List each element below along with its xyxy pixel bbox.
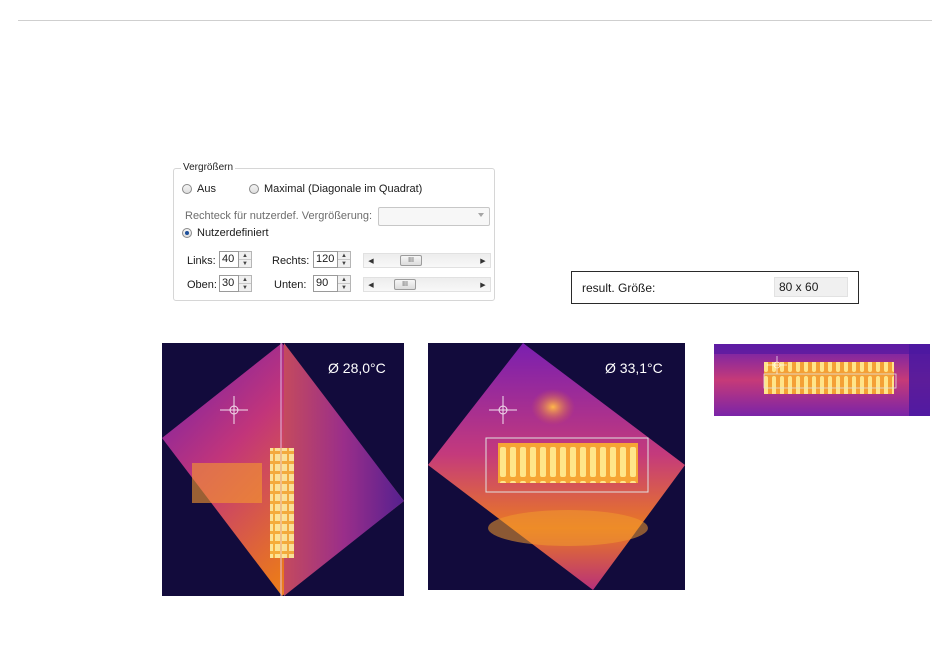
scroll-thumb[interactable]: III	[400, 255, 422, 266]
stepper-up-icon[interactable]: ▲	[338, 276, 350, 283]
right-input[interactable]: 120	[313, 251, 338, 268]
scroll-left-icon[interactable]: ◀	[364, 278, 378, 291]
thermal-image-2: Ø 33,1°C	[428, 343, 685, 590]
left-input[interactable]: 40	[219, 251, 239, 268]
bottom-input[interactable]: 90	[313, 275, 338, 292]
chevron-down-icon	[478, 213, 484, 217]
top-input[interactable]: 30	[219, 275, 239, 292]
stepper-down-icon[interactable]: ▼	[338, 259, 350, 267]
radio-off[interactable]: Aus	[182, 183, 216, 195]
zoom-group-title: Vergrößern	[181, 162, 236, 173]
radio-custom-label: Nutzerdefiniert	[197, 227, 269, 239]
top-divider	[18, 20, 932, 21]
bottom-label: Unten:	[274, 279, 307, 291]
bottom-stepper[interactable]: 90 ▲ ▼	[313, 275, 351, 292]
radio-custom[interactable]: Nutzerdefiniert	[182, 227, 269, 239]
scroll-thumb[interactable]: III	[394, 279, 416, 290]
radio-max-dot[interactable]	[249, 184, 259, 194]
result-size-box: result. Größe: 80 x 60	[571, 271, 859, 304]
result-size-value: 80 x 60	[774, 277, 848, 297]
rect-label: Rechteck für nutzerdef. Vergrößerung:	[185, 210, 373, 222]
zoom-group: Vergrößern Aus Maximal (Diagonale im Qua…	[173, 162, 495, 301]
rect-combobox[interactable]	[378, 207, 490, 226]
thermal-image-3	[714, 344, 930, 416]
radio-max-label: Maximal (Diagonale im Quadrat)	[264, 183, 423, 195]
right-label: Rechts:	[272, 255, 310, 267]
thermal-image-2-graphic	[428, 343, 685, 590]
temperature-label-1: Ø 28,0°C	[328, 360, 386, 376]
result-size-label: result. Größe:	[582, 281, 656, 295]
scroll-right-icon[interactable]: ▶	[476, 278, 490, 291]
radio-off-dot[interactable]	[182, 184, 192, 194]
scroll-right-icon[interactable]: ▶	[476, 254, 490, 267]
top-stepper[interactable]: 30 ▲ ▼	[219, 275, 252, 292]
stepper-down-icon[interactable]: ▼	[338, 283, 350, 291]
radio-max[interactable]: Maximal (Diagonale im Quadrat)	[249, 183, 422, 195]
horizontal-scrollbar-bottom[interactable]: ◀ III ▶	[363, 277, 491, 292]
left-stepper[interactable]: 40 ▲ ▼	[219, 251, 252, 268]
right-stepper[interactable]: 120 ▲ ▼	[313, 251, 351, 268]
stepper-down-icon[interactable]: ▼	[239, 259, 251, 267]
left-label: Links:	[187, 255, 216, 267]
thermal-image-1-graphic	[162, 343, 404, 596]
top-label: Oben:	[187, 279, 217, 291]
stepper-down-icon[interactable]: ▼	[239, 283, 251, 291]
stepper-up-icon[interactable]: ▲	[239, 252, 251, 259]
stepper-up-icon[interactable]: ▲	[338, 252, 350, 259]
stepper-up-icon[interactable]: ▲	[239, 276, 251, 283]
horizontal-scrollbar-top[interactable]: ◀ III ▶	[363, 253, 491, 268]
thermal-image-3-graphic	[714, 344, 930, 416]
thermal-image-1: Ø 28,0°C	[162, 343, 404, 596]
temperature-label-2: Ø 33,1°C	[605, 360, 663, 376]
radio-off-label: Aus	[197, 183, 216, 195]
scroll-left-icon[interactable]: ◀	[364, 254, 378, 267]
radio-custom-dot[interactable]	[182, 228, 192, 238]
